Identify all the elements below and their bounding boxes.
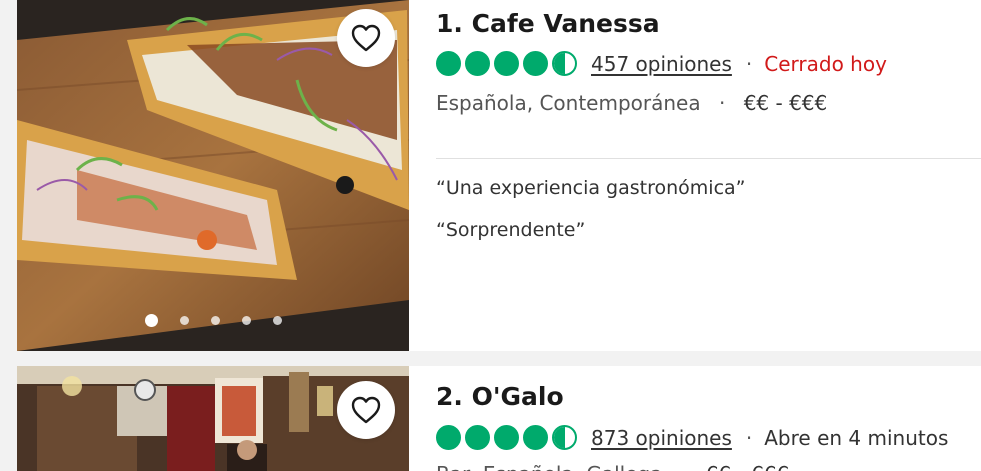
rating-bubble-full-icon	[465, 51, 490, 76]
cuisine-label: Bar, Española, Gallega	[436, 462, 662, 471]
rating-bubble-half-icon	[552, 51, 577, 76]
restaurant-card[interactable]: 2. O'Galo 873 opiniones · Abre en 4 minu…	[17, 366, 981, 471]
cuisine-price-row: Española, Contemporánea · €€ - €€€	[436, 91, 827, 115]
review-quote[interactable]: “Sorprendente”	[436, 219, 585, 241]
rating-bubble-full-icon	[436, 51, 461, 76]
carousel-dot[interactable]	[241, 316, 251, 325]
rating-bubble-full-icon	[523, 425, 548, 450]
separator-dot: ·	[745, 51, 753, 76]
save-favorite-button[interactable]	[337, 9, 395, 67]
heart-outline-icon	[351, 396, 381, 424]
cuisine-price-row: Bar, Española, Gallega · €€ - €€€	[436, 462, 789, 471]
separator-dot: ·	[718, 91, 726, 115]
rating-bubble-full-icon	[494, 425, 519, 450]
separator-dot: ·	[681, 462, 687, 471]
reviews-count-link[interactable]: 457 opiniones	[591, 52, 732, 76]
price-range: €€ - €€€	[743, 91, 828, 115]
rating-bubble-half-icon	[552, 425, 577, 450]
carousel-dot[interactable]	[179, 316, 189, 325]
rating-bubble-full-icon	[465, 425, 490, 450]
rating-bubbles	[436, 51, 577, 76]
rating-bubble-full-icon	[523, 51, 548, 76]
restaurant-card[interactable]: 1. Cafe Vanessa 457 opiniones · Cerrado …	[17, 0, 981, 351]
carousel-dot[interactable]	[210, 316, 220, 325]
rating-bubble-full-icon	[436, 425, 461, 450]
rating-row: 457 opiniones · Cerrado hoy	[436, 51, 887, 76]
reviews-count-link[interactable]: 873 opiniones	[591, 426, 732, 450]
divider	[436, 158, 981, 159]
cuisine-label: Española, Contemporánea	[436, 91, 701, 115]
carousel-dot[interactable]	[272, 316, 282, 325]
rating-bubbles	[436, 425, 577, 450]
separator-dot: ·	[745, 425, 753, 450]
carousel-dot-active[interactable]	[144, 314, 158, 327]
opening-status: Cerrado hoy	[764, 51, 887, 76]
review-quote[interactable]: “Una experiencia gastronómica”	[436, 177, 746, 199]
price-range: €€ - €€€	[706, 462, 790, 471]
heart-outline-icon	[351, 24, 381, 52]
results-list: 1. Cafe Vanessa 457 opiniones · Cerrado …	[0, 0, 981, 471]
restaurant-name-link[interactable]: 1. Cafe Vanessa	[436, 9, 660, 38]
restaurant-name-link[interactable]: 2. O'Galo	[436, 382, 564, 411]
save-favorite-button[interactable]	[337, 381, 395, 439]
photo-carousel-dots	[17, 314, 409, 327]
rating-row: 873 opiniones · Abre en 4 minutos	[436, 425, 948, 450]
rating-bubble-full-icon	[494, 51, 519, 76]
opening-status: Abre en 4 minutos	[764, 425, 949, 450]
